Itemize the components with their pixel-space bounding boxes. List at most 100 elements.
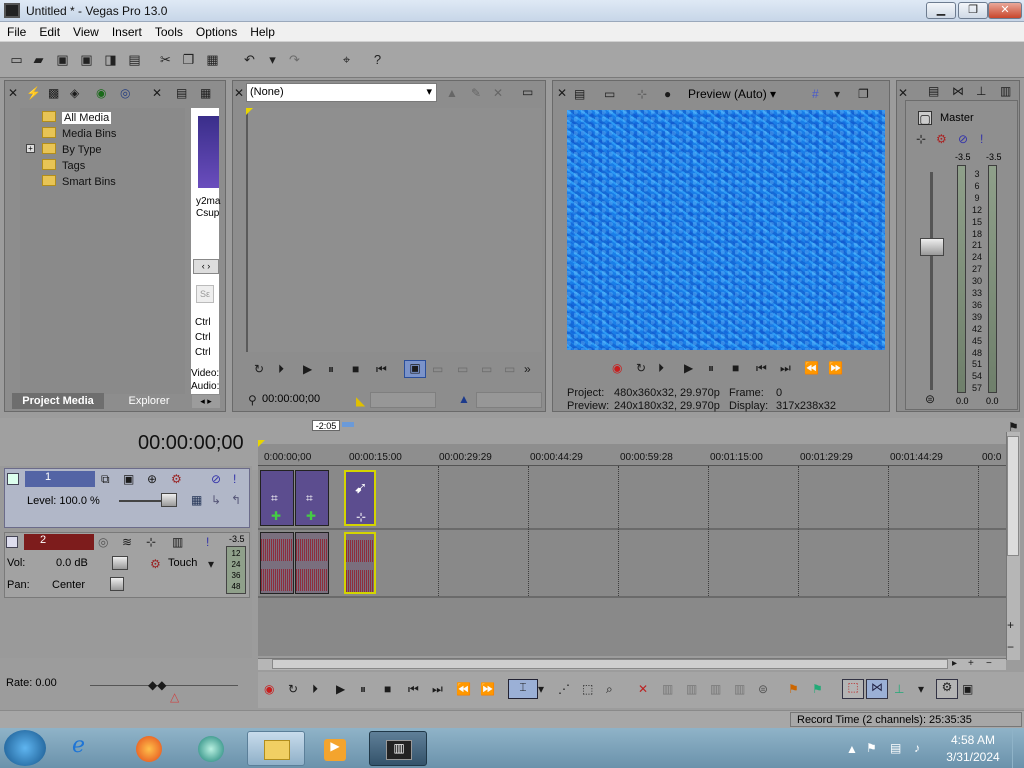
get-media-icon[interactable]: ◈ bbox=[70, 86, 79, 100]
snapping-dropdown-icon[interactable]: ▾ bbox=[918, 682, 924, 696]
snapping-icon[interactable]: ⊥ bbox=[894, 682, 904, 696]
tab-scroll-arrows[interactable]: ◂ ▸ bbox=[192, 395, 220, 408]
edge-icon[interactable] bbox=[198, 736, 224, 762]
menu-edit[interactable]: Edit bbox=[32, 22, 66, 39]
remove-media-icon[interactable]: ✕ bbox=[152, 86, 162, 100]
timeline-record-icon[interactable]: ◉ bbox=[264, 682, 274, 696]
add-after-cursor-icon[interactable]: ▭ bbox=[457, 362, 468, 376]
tab-project-media[interactable]: Project Media bbox=[12, 393, 104, 409]
timeline-loop-icon[interactable]: ↻ bbox=[288, 682, 298, 696]
taskbar-app-explorer[interactable] bbox=[247, 731, 305, 766]
stop-icon[interactable]: ■ bbox=[352, 362, 359, 376]
tree-item-tags[interactable]: Tags bbox=[42, 159, 85, 172]
vegas-app-icon[interactable] bbox=[4, 3, 20, 18]
render-icon[interactable]: ◨ bbox=[102, 51, 119, 68]
preview-go-to-end-icon[interactable]: ⏭ bbox=[780, 361, 791, 375]
video-track-header[interactable]: 1 ⧉ ▣ ⊕ ⚙ ⊘ ! Level: 100.0 % ▦ ↳ ↰ bbox=[4, 468, 250, 528]
timeline-play-from-start-icon[interactable]: ⏵ bbox=[312, 682, 318, 696]
search-media-icon[interactable]: ◎ bbox=[120, 86, 130, 100]
audio-event-selected[interactable] bbox=[344, 532, 376, 594]
preview-quality-select[interactable]: Preview (Auto) ▾ bbox=[688, 87, 776, 101]
audio-event[interactable] bbox=[260, 532, 294, 594]
automation-mode[interactable]: Touch bbox=[168, 557, 197, 569]
save-as-icon[interactable]: ▣ bbox=[78, 51, 95, 68]
overlays-icon[interactable]: # bbox=[812, 87, 819, 101]
automation-gear-icon[interactable]: ⚙ bbox=[150, 557, 161, 571]
scroll-right-icon[interactable]: ▸ bbox=[952, 657, 957, 671]
master-fader[interactable] bbox=[920, 238, 944, 256]
clock-time[interactable]: 4:58 AM bbox=[942, 733, 1004, 747]
preview-go-to-start-icon[interactable]: ⏮ bbox=[756, 361, 767, 375]
previous-frame-icon[interactable]: ⏪ bbox=[804, 361, 819, 375]
menu-help[interactable]: Help bbox=[243, 22, 281, 39]
make-compositing-parent-icon[interactable]: ↰ bbox=[231, 493, 241, 507]
zoom-h-out-icon[interactable]: − bbox=[986, 657, 992, 671]
menu-view[interactable]: View bbox=[66, 22, 105, 39]
panel-close-icon[interactable]: ✕ bbox=[8, 86, 18, 100]
track-settings-gear-icon[interactable]: ⚙ bbox=[171, 472, 182, 486]
pan-slider-thumb[interactable] bbox=[110, 577, 124, 591]
rate-slider-thumb[interactable]: ◆◆ bbox=[148, 678, 166, 692]
next-frame-icon[interactable]: ⏩ bbox=[828, 361, 843, 375]
network-icon[interactable]: ▤ bbox=[890, 741, 901, 755]
minimize-button[interactable]: ▁ bbox=[926, 2, 956, 19]
show-desktop-button[interactable] bbox=[1012, 728, 1024, 768]
zoom-in-icon[interactable]: + bbox=[1007, 618, 1014, 632]
trimmer-close-icon[interactable]: ✕ bbox=[234, 86, 244, 100]
zoom-h-in-icon[interactable]: + bbox=[968, 657, 974, 671]
timeline-play-icon[interactable]: ▶ bbox=[336, 682, 345, 696]
automation-dropdown-icon[interactable]: ▾ bbox=[208, 557, 214, 571]
fill-selection-icon[interactable]: ▭ bbox=[504, 362, 515, 376]
undo-icon[interactable]: ↶ bbox=[241, 51, 258, 68]
playhead-marker[interactable] bbox=[258, 440, 265, 447]
video-event[interactable]: ⌗ ✚ bbox=[295, 470, 329, 526]
go-to-start-icon[interactable]: ⏮ bbox=[376, 362, 387, 376]
master-mute-icon[interactable]: ⊘ bbox=[958, 132, 968, 146]
enable-snapping-icon[interactable]: ⌖ bbox=[338, 51, 355, 68]
trimmer-monitor-icon[interactable]: ▭ bbox=[522, 85, 533, 99]
video-event-selected[interactable]: ⊹ bbox=[344, 470, 376, 526]
normal-edit-tool-icon[interactable]: ⌶ bbox=[508, 679, 538, 699]
zoom-tool-icon[interactable]: ⌕ bbox=[606, 682, 613, 696]
import-media-icon[interactable]: ⚡ bbox=[26, 86, 41, 100]
event-fx-icon[interactable]: ⊹ bbox=[356, 510, 366, 524]
trim-end-icon[interactable]: ▥ bbox=[710, 682, 721, 696]
new-icon[interactable]: ▭ bbox=[8, 51, 25, 68]
event-fx-icon[interactable]: ✚ bbox=[271, 509, 281, 523]
tree-item-smart-bins[interactable]: Smart Bins bbox=[42, 175, 116, 188]
make-compositing-child-icon[interactable]: ↳ bbox=[211, 493, 221, 507]
maximize-button[interactable]: ❐ bbox=[958, 2, 988, 19]
compositing-icon[interactable]: ⊕ bbox=[147, 472, 157, 486]
trim-start-icon[interactable]: ▥ bbox=[686, 682, 697, 696]
delete-icon[interactable]: ✕ bbox=[638, 682, 648, 696]
volume-muted-icon[interactable]: ♪ bbox=[914, 741, 920, 755]
media-properties-icon[interactable]: ▤ bbox=[176, 86, 187, 100]
mixer-icon-2[interactable]: ⋈ bbox=[952, 84, 964, 98]
audio-track-collapse-icon[interactable] bbox=[6, 536, 18, 548]
audio-pan-icon[interactable]: ⊹ bbox=[146, 535, 156, 549]
preview-stop-icon[interactable]: ■ bbox=[732, 361, 739, 375]
clock-date[interactable]: 3/31/2024 bbox=[942, 750, 1004, 764]
lock-icon[interactable]: ⊜ bbox=[758, 682, 768, 696]
timeline-go-to-start-icon[interactable]: ⏮ bbox=[408, 682, 419, 696]
record-icon[interactable]: ◉ bbox=[612, 361, 622, 375]
refresh-icon[interactable]: ◉ bbox=[96, 86, 106, 100]
tree-item-media-bins[interactable]: Media Bins bbox=[42, 127, 116, 140]
close-button[interactable]: ✕ bbox=[988, 2, 1022, 19]
master-fx-icon[interactable]: ⚙ bbox=[936, 132, 947, 146]
insert-marker-icon[interactable]: ⚑ bbox=[788, 682, 799, 696]
save-icon[interactable]: ▣ bbox=[54, 51, 71, 68]
horizontal-scroll-thumb[interactable] bbox=[272, 659, 948, 669]
fader-lock-icon[interactable]: ⊜ bbox=[925, 392, 935, 406]
event-fx-icon[interactable]: ✚ bbox=[306, 509, 316, 523]
audio-fx-icon[interactable]: ≋ bbox=[122, 535, 132, 549]
auto-crossfade-icon[interactable]: ⋈ bbox=[866, 679, 888, 699]
menu-options[interactable]: Options bbox=[189, 22, 243, 39]
track-motion-icon[interactable]: ⧉ bbox=[101, 472, 110, 486]
track-collapse-icon[interactable] bbox=[7, 473, 19, 485]
trimmer-selection-start[interactable] bbox=[370, 392, 436, 408]
more-controls-icon[interactable]: » bbox=[524, 362, 531, 376]
capture-video-icon[interactable]: ▩ bbox=[48, 86, 59, 100]
overlays-dropdown-icon[interactable]: ▾ bbox=[834, 87, 840, 101]
scroll-arrows[interactable]: ‹ › bbox=[193, 259, 219, 274]
